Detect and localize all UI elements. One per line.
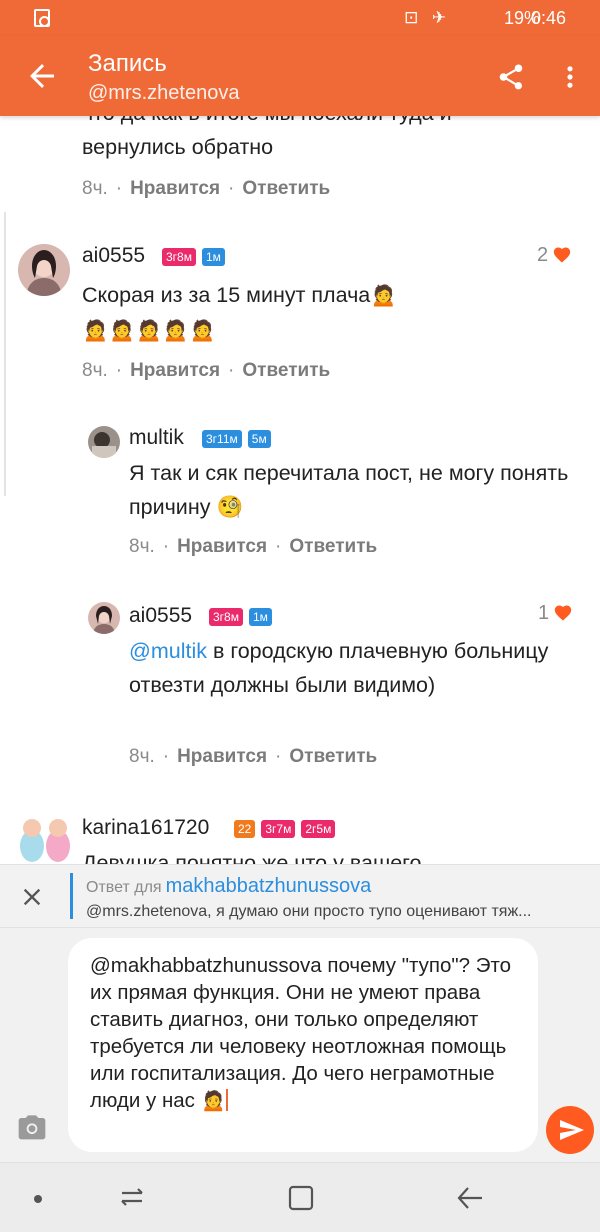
- reply-target-user[interactable]: makhabbatzhunussova: [166, 875, 372, 897]
- reply-button[interactable]: Ответить: [289, 746, 377, 767]
- reply-button[interactable]: Ответить: [242, 178, 330, 199]
- page-title: Запись: [88, 50, 167, 77]
- comment-time: 8ч.: [82, 360, 108, 381]
- screen-record-icon: [34, 9, 50, 27]
- like-count-value: 1: [538, 602, 550, 624]
- badge: 1м: [248, 608, 272, 626]
- like-button[interactable]: Нравится: [177, 746, 267, 767]
- reply-button[interactable]: Ответить: [242, 360, 330, 381]
- reply-bar: Ответ для makhabbatzhunussova @mrs.zheten…: [0, 864, 600, 928]
- comment-meta: 8ч. · Нравится · Ответить: [129, 536, 378, 557]
- reply-target: Ответ для makhabbatzhunussova: [86, 875, 372, 897]
- comment-meta: 8ч. · Нравится · Ответить: [82, 360, 331, 381]
- status-bar: ⊡ ✈ 19% 0:46: [0, 0, 600, 36]
- reply-preview: @mrs.zhetenova, я думаю они просто тупо …: [86, 903, 532, 920]
- clock: 0:46: [530, 8, 566, 28]
- comment-text: что да как в итоге мы поехали туда и вер…: [82, 116, 452, 159]
- badge: 22: [234, 820, 256, 838]
- emoji-line: 🙍🙍🙍🙍🙍: [82, 318, 216, 343]
- badges: 22 3г7м 2г5м: [234, 820, 336, 838]
- badge: 3г8м: [209, 608, 243, 626]
- more-vert-icon[interactable]: [556, 60, 584, 94]
- camera-icon[interactable]: [16, 1114, 48, 1142]
- reply-button[interactable]: Ответить: [289, 536, 377, 557]
- text-cursor: [226, 1089, 229, 1111]
- composer: @makhabbatzhunussova почему "тупо"? Это …: [0, 928, 600, 1162]
- badges: 3г11м 5м: [202, 430, 271, 448]
- comment-text: Девушка понятно же что у вашего: [82, 851, 422, 864]
- comment-time: 8ч.: [129, 746, 155, 767]
- avatar[interactable]: [18, 244, 70, 296]
- comment-input[interactable]: @makhabbatzhunussova почему "тупо"? Это …: [68, 938, 538, 1152]
- back-nav-icon[interactable]: [456, 1185, 484, 1211]
- badge: 2г5м: [301, 820, 336, 838]
- dot-icon: [34, 1195, 42, 1203]
- comment-username[interactable]: ai0555: [129, 604, 192, 628]
- badge: 3г7м: [261, 820, 296, 838]
- page-subtitle[interactable]: @mrs.zhetenova: [88, 82, 239, 105]
- avatar[interactable]: [88, 426, 120, 458]
- share-icon[interactable]: [496, 62, 526, 92]
- heart-icon[interactable]: [553, 603, 573, 627]
- comment-meta: 8ч. · Нравится · Ответить: [129, 746, 378, 767]
- comment-username[interactable]: multik: [129, 426, 184, 450]
- avatar[interactable]: [18, 814, 72, 862]
- mention-link[interactable]: @multik: [129, 639, 207, 663]
- comment-text: @multik в городскую плачевную больницу о…: [129, 639, 549, 697]
- recents-icon[interactable]: [118, 1185, 146, 1209]
- badge: 5м: [247, 430, 271, 448]
- comment-time: 8ч.: [129, 536, 155, 557]
- like-count[interactable]: 1: [538, 602, 573, 627]
- back-arrow-icon[interactable]: [24, 58, 60, 94]
- app-bar: Запись @mrs.zhetenova: [0, 36, 600, 116]
- comments-list[interactable]: что да как в итоге мы поехали туда и вер…: [0, 116, 600, 864]
- status-icons: ⊡ ✈: [404, 8, 450, 28]
- comment-input-value: @makhabbatzhunussova почему "тупо"? Это …: [90, 954, 512, 1112]
- avatar[interactable]: [88, 602, 120, 634]
- comment-text: Я так и сяк перечитала пост, не могу пон…: [129, 461, 569, 520]
- comment-username[interactable]: ai0555: [82, 244, 145, 268]
- heart-icon[interactable]: [552, 245, 572, 269]
- send-icon[interactable]: [546, 1106, 594, 1154]
- comment-time: 8ч.: [82, 178, 108, 199]
- comment-username[interactable]: karina161720: [82, 816, 209, 840]
- badge: 3г8м: [162, 248, 196, 266]
- badges: 3г8м 1м: [209, 608, 272, 626]
- badge: 1м: [201, 248, 225, 266]
- comment-text: Скорая из за 15 минут плача🙍 🙍🙍🙍🙍🙍: [82, 283, 398, 343]
- badge: 3г11м: [202, 430, 242, 448]
- like-button[interactable]: Нравится: [130, 178, 220, 199]
- thread-indicator: [0, 212, 6, 496]
- comment-meta: 8ч. · Нравится · Ответить: [82, 178, 331, 199]
- like-button[interactable]: Нравится: [177, 536, 267, 557]
- like-count-value: 2: [537, 244, 549, 266]
- like-button[interactable]: Нравится: [130, 360, 220, 381]
- reply-indicator: [70, 873, 73, 919]
- system-nav-bar: [0, 1162, 600, 1232]
- home-icon[interactable]: [288, 1185, 314, 1211]
- like-count[interactable]: 2: [537, 244, 572, 269]
- close-icon[interactable]: [18, 883, 46, 911]
- badges: 3г8м 1м: [162, 248, 225, 266]
